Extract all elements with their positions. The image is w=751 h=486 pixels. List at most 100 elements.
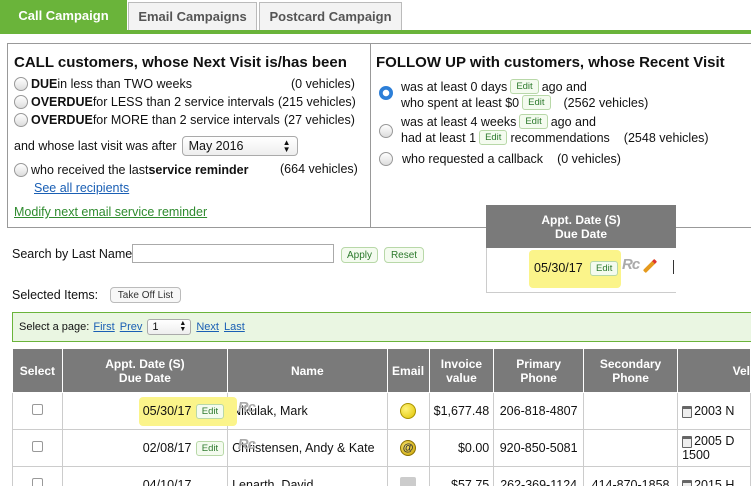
last-page-link[interactable]: Last — [224, 321, 245, 333]
page-select[interactable]: 1 ▲ ▼ — [147, 319, 192, 335]
col-header-appt-date[interactable]: Appt. Date (S) Due Date — [61, 348, 229, 393]
option-label-bold: OVERDUE — [31, 113, 93, 127]
trash-icon[interactable] — [682, 435, 693, 448]
header-line: Appt. Date (S) — [541, 212, 621, 227]
vehicle[interactable]: 2015 H — [694, 478, 734, 486]
vehicle-count: (2548 vehicles) — [623, 130, 709, 145]
appt-date: 02/08/17 — [142, 441, 192, 455]
header-text: Primary — [516, 356, 561, 371]
pencil-icon[interactable] — [642, 258, 658, 274]
col-header-vehicle[interactable]: Vel — [677, 348, 751, 393]
header-text: Phone — [612, 370, 649, 385]
option-label-bold: service reminder — [148, 163, 249, 177]
first-page-link[interactable]: First — [93, 321, 114, 333]
header-text: Due Date — [118, 370, 171, 385]
email-icon[interactable] — [400, 477, 417, 486]
table-header-row: Select Appt. Date (S) Due Date Name Email… — [12, 348, 751, 393]
col-header-secondary-phone[interactable]: Secondary Phone — [583, 348, 679, 393]
vehicle-count: (0 vehicles) — [291, 77, 355, 91]
tab-call-campaign[interactable]: Call Campaign — [0, 0, 127, 30]
col-header-select: Select — [12, 348, 63, 393]
rc-icon[interactable]: Rc — [622, 256, 640, 273]
option-label: in less than TWO weeks — [57, 77, 192, 91]
trash-icon[interactable] — [682, 479, 693, 486]
edit-button[interactable]: Edit — [519, 114, 548, 129]
call-option-due[interactable]: DUE in less than TWO weeks — [14, 77, 192, 91]
vehicle-cell: 2015 H — [677, 466, 751, 486]
call-option-reminder[interactable]: who received the last service reminder — [14, 163, 249, 177]
last-visit-filter: and whose last visit was after May 2016 … — [14, 136, 298, 156]
trash-icon[interactable] — [682, 405, 693, 418]
followup-option-rec-line2: had at least 1 Edit recommendations (254… — [401, 130, 709, 145]
row-checkbox[interactable] — [31, 404, 43, 415]
call-section-title: CALL customers, whose Next Visit is/has … — [14, 54, 347, 71]
option-label: was at least 0 days — [401, 79, 508, 94]
call-option-overdue-more[interactable]: OVERDUE for MORE than 2 service interval… — [14, 113, 280, 127]
option-label: had at least 1 — [401, 130, 477, 145]
prev-page-link[interactable]: Prev — [120, 321, 143, 333]
text-cursor — [673, 260, 674, 274]
col-header-email[interactable]: Email — [386, 348, 430, 393]
followup-option-callback[interactable]: who requested a callback (0 vehicles) — [379, 152, 621, 166]
followup-option-recommendations[interactable] — [379, 124, 396, 138]
radio-button[interactable] — [14, 113, 28, 127]
last-visit-select[interactable]: May 2016 ▲ ▼ — [181, 136, 298, 156]
email-status-icon[interactable] — [400, 403, 417, 419]
email-cell — [386, 392, 430, 430]
radio-button[interactable] — [379, 124, 393, 138]
header-text: value — [446, 370, 477, 385]
radio-button[interactable] — [14, 95, 28, 109]
followup-option-spent[interactable] — [379, 86, 396, 100]
radio-button-selected[interactable] — [379, 86, 393, 100]
call-option-overdue-less[interactable]: OVERDUE for LESS than 2 service interval… — [14, 95, 274, 109]
take-off-list-button[interactable]: Take Off List — [110, 287, 181, 303]
header-text: Invoice — [440, 356, 483, 371]
row-checkbox[interactable] — [31, 478, 43, 486]
col-header-primary-phone[interactable]: Primary Phone — [493, 348, 585, 393]
vehicle[interactable]: 2005 D — [694, 434, 734, 448]
appt-date: 05/30/17 — [142, 404, 192, 418]
edit-button[interactable]: Edit — [510, 79, 539, 94]
vehicle[interactable]: 2003 N — [694, 404, 734, 418]
edit-button[interactable]: Edit — [195, 404, 225, 419]
modify-reminder-link[interactable]: Modify next email service reminder — [14, 205, 207, 219]
header-text: Select — [19, 363, 56, 378]
primary-phone: 262-369-1124 — [493, 466, 585, 486]
see-all-recipients-link[interactable]: See all recipients — [34, 181, 129, 195]
radio-button[interactable] — [14, 77, 28, 91]
apply-button[interactable]: Apply — [341, 247, 378, 263]
option-label: for LESS than 2 service intervals — [92, 95, 275, 109]
appt-date-cell: 05/30/17 Edit Rc — [61, 392, 256, 430]
row-checkbox[interactable] — [31, 441, 43, 452]
pagination-bar: Select a page: First Prev 1 ▲ ▼ Next Last — [12, 312, 751, 342]
header-text: Email — [392, 363, 425, 378]
tab-email-campaigns[interactable]: Email Campaigns — [128, 2, 257, 30]
last-name-search-input[interactable] — [132, 244, 334, 263]
rc-icon[interactable]: Rc — [238, 436, 256, 453]
customer-name: Lenarth, David — [227, 466, 388, 486]
radio-button[interactable] — [14, 163, 28, 177]
header-text: Name — [290, 363, 324, 378]
rc-icon[interactable]: Rc — [238, 399, 256, 416]
col-header-invoice[interactable]: Invoice value — [428, 348, 495, 393]
edit-button[interactable]: Edit — [195, 441, 225, 456]
col-header-name[interactable]: Name — [227, 348, 388, 393]
vehicle-count: (2562 vehicles) — [563, 95, 649, 110]
vehicle-model[interactable]: 1500 — [682, 448, 710, 462]
option-label: who spent at least $0 — [401, 95, 520, 110]
campaign-tabs: Call Campaign Email Campaigns Postcard C… — [0, 0, 751, 34]
tab-postcard-campaign[interactable]: Postcard Campaign — [259, 2, 402, 30]
select-cell — [12, 466, 63, 486]
reset-button[interactable]: Reset — [384, 247, 424, 263]
campaign-criteria-panel: CALL customers, whose Next Visit is/has … — [7, 43, 751, 228]
table-row: 02/08/17 Edit Rc Christensen, Andy & Kat… — [12, 429, 751, 467]
edit-button[interactable]: Edit — [479, 130, 508, 145]
edit-button[interactable]: Edit — [590, 261, 619, 276]
selected-items-label: Selected Items: — [12, 288, 99, 302]
edit-button[interactable]: Edit — [522, 95, 551, 110]
next-page-link[interactable]: Next — [196, 321, 219, 333]
header-line: Due Date — [554, 226, 607, 241]
email-at-icon[interactable]: @ — [400, 440, 417, 456]
radio-button[interactable] — [379, 152, 393, 166]
option-label: was at least 4 weeks — [401, 114, 517, 129]
